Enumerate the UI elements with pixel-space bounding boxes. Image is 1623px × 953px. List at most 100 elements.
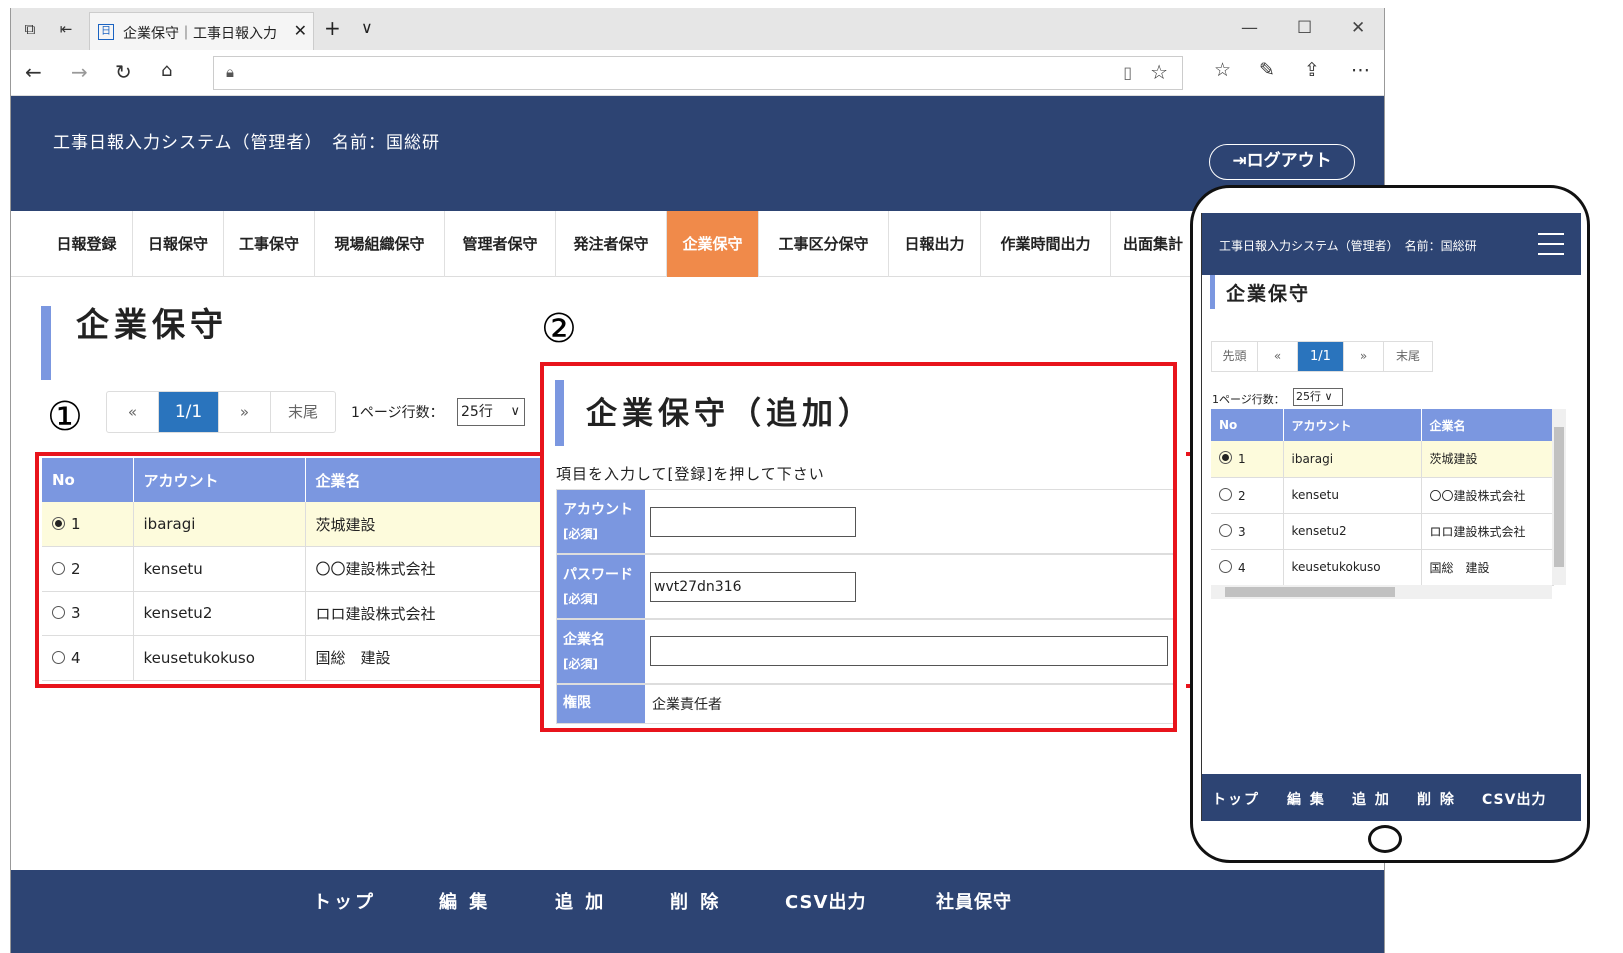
favorites-list-icon[interactable]: ☆ (1214, 59, 1231, 81)
table-row[interactable]: 4 keusetukokuso 国総 建設 (1211, 549, 1554, 586)
new-tab-icon[interactable]: + (324, 16, 341, 40)
tab-bar: ⧉ ⇤ 日 企業保守｜工事日報入力 ✕ + ∨ — ☐ ✕ (11, 8, 1384, 50)
marker-one: ① (47, 394, 83, 440)
vertical-scrollbar[interactable] (1552, 409, 1566, 585)
table-row[interactable]: 1 ibaragi 茨城建設 (1211, 441, 1554, 478)
reading-view-icon[interactable]: ▯ (1123, 63, 1132, 82)
pen-icon[interactable]: ✎ (1259, 59, 1275, 81)
last-page-button[interactable]: 末尾 (271, 392, 335, 432)
last-page-button[interactable]: 末尾 (1384, 342, 1432, 371)
row-radio[interactable] (1219, 523, 1232, 537)
mobile-app-title: 工事日報入力システム（管理者） 名前：国総研 (1219, 239, 1477, 253)
footer-add-button[interactable]: 追 加 (555, 888, 606, 914)
marker-two: ② (541, 306, 577, 352)
row-account: kensetu2 (1283, 513, 1422, 550)
footer-top-button[interactable]: トップ (313, 888, 376, 914)
browser-window: ⧉ ⇤ 日 企業保守｜工事日報入力 ✕ + ∨ — ☐ ✕ ← → ↻ ⌂ 🔒︎… (10, 8, 1385, 953)
nav-item[interactable]: 作業時間出力 (981, 211, 1111, 277)
tab-list-icon[interactable]: ∨ (361, 18, 373, 37)
browser-tab[interactable]: 日 企業保守｜工事日報入力 ✕ (89, 12, 314, 50)
app-header: 工事日報入力システム（管理者） 名前：国総研 ⇥ログアウト (11, 96, 1384, 211)
home-icon[interactable]: ⌂ (161, 60, 172, 81)
scroll-thumb[interactable] (1225, 587, 1395, 597)
nav-item[interactable]: 工事保守 (224, 211, 315, 277)
logout-label: ログアウト (1246, 151, 1332, 171)
mobile-header: 工事日報入力システム（管理者） 名前：国総研 (1202, 213, 1581, 275)
footer-bar: トップ 編 集 追 加 削 除 CSV出力 社員保守 (11, 870, 1384, 953)
footer-employee-button[interactable]: 社員保守 (936, 888, 1012, 914)
nav-item[interactable]: 発注者保守 (556, 211, 667, 277)
row-radio[interactable] (1219, 487, 1232, 501)
close-icon[interactable]: ✕ (294, 21, 307, 40)
mobile-title-accent (1210, 275, 1215, 309)
mobile-footer: トップ 編 集 追 加 削 除 CSV出力 (1202, 774, 1581, 821)
close-window-icon[interactable]: ✕ (1351, 18, 1365, 38)
current-page[interactable]: 1/1 (159, 392, 219, 432)
col-header-account: アカウント (1283, 409, 1422, 441)
table-row[interactable]: 2 kensetu 〇〇建設株式会社 (1211, 477, 1554, 514)
footer-delete-button[interactable]: 削 除 (1417, 789, 1456, 809)
url-input[interactable]: 🔒︎ ▯ ☆ (213, 56, 1183, 90)
table-row[interactable]: 3 kensetu2 ロロ建設株式会社 (1211, 513, 1554, 550)
nav-item[interactable]: 工事区分保守 (759, 211, 889, 277)
nav-item[interactable]: 日報登録 (41, 211, 133, 277)
share-icon[interactable]: ⇪ (1304, 59, 1320, 81)
set-aside-icon[interactable]: ⇤ (57, 20, 75, 38)
footer-edit-button[interactable]: 編 集 (439, 888, 490, 914)
horizontal-scrollbar[interactable] (1211, 585, 1552, 599)
favicon: 日 (98, 24, 114, 40)
col-header-company: 企業名 (1421, 409, 1554, 441)
next-page-button[interactable]: » (1344, 342, 1384, 371)
mobile-company-table: No アカウント 企業名 1 ibaragi 茨城建設 2 kensetu 〇〇… (1211, 409, 1554, 586)
rows-per-page-select[interactable]: 25行 ∨ (457, 398, 525, 426)
footer-delete-button[interactable]: 削 除 (670, 888, 721, 914)
more-icon[interactable]: ⋯ (1351, 59, 1370, 81)
first-page-button[interactable]: 先頭 (1212, 342, 1258, 371)
hamburger-menu-icon[interactable] (1538, 233, 1564, 255)
minimize-icon[interactable]: — (1241, 18, 1258, 38)
current-page[interactable]: 1/1 (1298, 342, 1344, 371)
rows-per-page-label: 1ページ行数： (351, 405, 444, 421)
app-title: 工事日報入力システム（管理者） 名前：国総研 (53, 133, 440, 153)
highlight-box-form (540, 362, 1177, 732)
row-radio[interactable] (1219, 451, 1232, 465)
footer-top-button[interactable]: トップ (1212, 789, 1260, 809)
footer-csv-button[interactable]: CSV出力 (1482, 789, 1546, 809)
maximize-icon[interactable]: ☐ (1297, 18, 1312, 38)
footer-csv-button[interactable]: CSV出力 (785, 888, 866, 914)
pagination: « 1/1 » 末尾 (106, 391, 336, 433)
row-company: ロロ建設株式会社 (1421, 513, 1554, 550)
back-icon[interactable]: ← (25, 60, 42, 84)
prev-page-button[interactable]: « (107, 392, 159, 432)
prev-page-button[interactable]: « (1258, 342, 1298, 371)
scroll-thumb[interactable] (1554, 427, 1564, 567)
footer-edit-button[interactable]: 編 集 (1287, 789, 1326, 809)
chevron-down-icon: ∨ (510, 404, 520, 419)
nav-item[interactable]: 日報出力 (889, 211, 981, 277)
row-account: kensetu (1283, 477, 1422, 514)
row-company: 国総 建設 (1421, 549, 1554, 586)
row-radio[interactable] (1219, 559, 1232, 573)
nav-item-active[interactable]: 企業保守 (667, 211, 759, 277)
refresh-icon[interactable]: ↻ (115, 60, 132, 84)
col-header-no: No (1211, 409, 1284, 441)
tab-actions-icon[interactable]: ⧉ (21, 20, 39, 38)
mobile-rows-select[interactable]: 25行 ∨ (1293, 388, 1343, 406)
nav-item[interactable]: 管理者保守 (445, 211, 556, 277)
next-page-button[interactable]: » (219, 392, 271, 432)
phone-screen: 工事日報入力システム（管理者） 名前：国総研 企業保守 先頭 « 1/1 » 末… (1201, 213, 1581, 821)
logout-button[interactable]: ⇥ログアウト (1209, 144, 1355, 180)
favorite-star-icon[interactable]: ☆ (1150, 60, 1168, 84)
title-accent-bar (41, 306, 51, 380)
tab-title: 企業保守｜工事日報入力 (123, 26, 277, 42)
forward-icon[interactable]: → (71, 60, 88, 84)
nav-item[interactable]: 現場組織保守 (315, 211, 445, 277)
address-bar-row: ← → ↻ ⌂ 🔒︎ ▯ ☆ ☆ ✎ ⇪ ⋯ (11, 50, 1384, 96)
nav-item[interactable]: 日報保守 (133, 211, 224, 277)
page-title: 企業保守 (76, 305, 228, 344)
row-account: ibaragi (1283, 441, 1422, 478)
footer-add-button[interactable]: 追 加 (1352, 789, 1391, 809)
row-account: keusetukokuso (1283, 549, 1422, 586)
rows-per-page-value: 25行 (461, 404, 493, 420)
phone-home-button (1368, 825, 1402, 853)
